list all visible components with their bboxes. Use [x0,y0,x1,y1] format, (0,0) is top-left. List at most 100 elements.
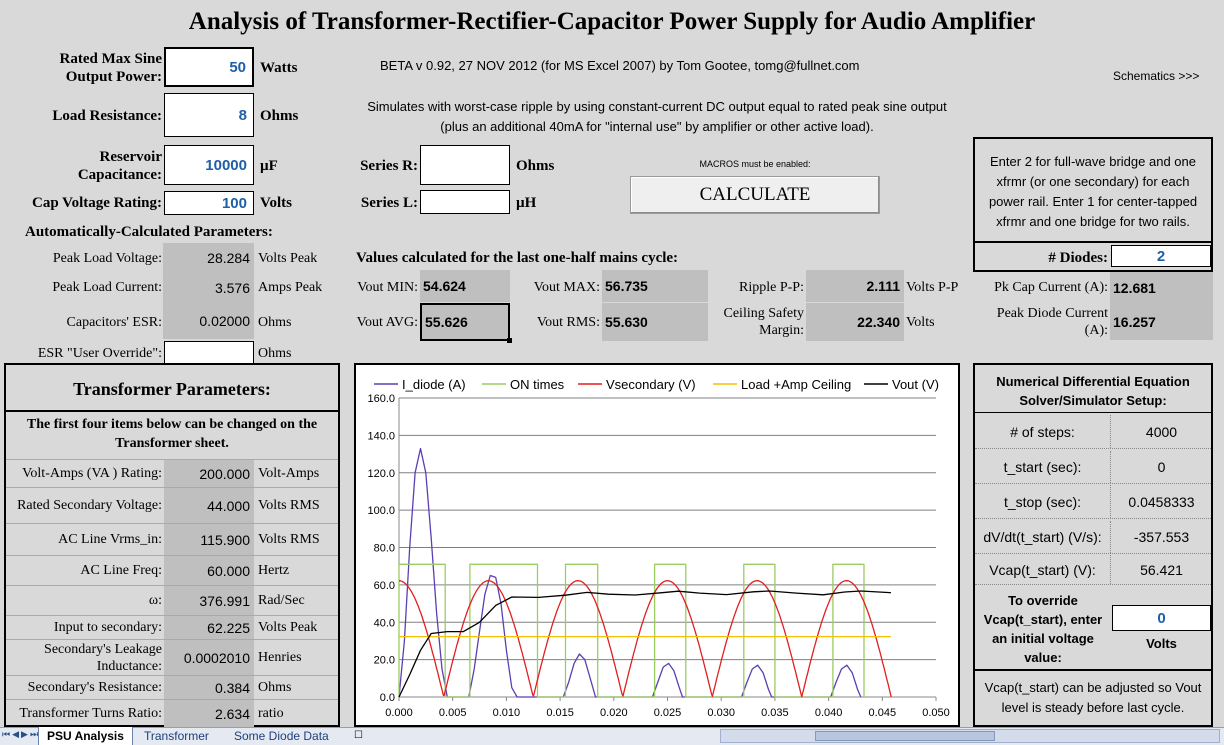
transformer-row: Secondary's Leakage Inductance: 0.0002010… [6,639,338,675]
rated-power-input[interactable]: 50 [164,47,254,87]
esr-override-unit: Ohms [258,346,292,361]
transformer-row-unit: Volts RMS [258,532,320,547]
transformer-subheading: The first four items below can be change… [26,417,318,451]
transformer-row-unit: Volt-Amps [258,466,320,481]
solver-row: t_stop (sec): 0.0458333 [975,485,1211,519]
description: Simulates with worst-case ripple by usin… [330,97,984,137]
chart-y-tick-label: 120.0 [367,468,395,480]
transformer-row: AC Line Vrms_in: 115.900 Volts RMS [6,523,338,555]
series-r-input[interactable] [420,145,510,185]
calculate-button[interactable]: CALCULATE [630,176,880,214]
override-unit: Volts [1146,636,1177,651]
transformer-row-label: Rated Secondary Voltage: [17,498,162,513]
chart-x-tick-label: 0.010 [493,707,521,719]
transformer-row: ω: 376.991 Rad/Sec [6,585,338,615]
reservoir-cap-input[interactable]: 10000 [164,145,254,185]
transformer-divider [6,410,338,412]
chart-series-line [398,580,892,698]
series-l-input[interactable] [420,190,510,214]
solver-row-value: 0.0458333 [1128,493,1195,510]
chart-x-tick-label: 0.005 [439,707,467,719]
transformer-row-unit: Ohms [258,680,292,695]
esr-override-label: ESR "User Override": [37,346,162,361]
load-resistance-label: Load Resistance: [52,108,162,124]
transformer-row-unit: Henries [258,650,302,665]
chart-y-tick-label: 140.0 [367,430,395,442]
solver-row-value: 4000 [1145,423,1178,440]
tab-nav-arrows[interactable]: ⏮◀▶⏭ [2,729,38,743]
transformer-row-value: 376.991 [164,586,254,615]
tab-transformer[interactable]: Transformer [136,727,217,745]
solver-row-label: dV/dt(t_start) (V/s): [975,521,1111,553]
pk-cap-value: 12.681 [1110,272,1213,304]
rated-power-unit: Watts [260,60,298,76]
ripple-label: Ripple P-P: [739,280,804,295]
chart-x-tick-label: 0.050 [922,707,950,719]
chart-series-line [398,590,891,698]
cap-voltage-input[interactable]: 100 [164,191,254,215]
page-title: Analysis of Transformer-Rectifier-Capaci… [188,8,1036,35]
chart-x-tick-label: 0.020 [600,707,628,719]
values-heading: Values calculated for the last one-half … [356,250,679,266]
tab-some-diode-data[interactable]: Some Diode Data [226,727,337,745]
transformer-row-label: Secondary's Resistance: [27,680,162,695]
diodes-input[interactable]: 2 [1111,245,1211,267]
solver-row-value: 56.421 [1140,561,1183,578]
peak-diode-label: Peak Diode Current (A): [996,306,1108,338]
override-label: To override Vcap(t_start), enter an init… [983,593,1103,665]
vout-max-label: Vout MAX: [533,280,600,295]
load-resistance-input[interactable]: 8 [164,93,254,137]
chart-y-tick-label: 40.0 [374,617,395,629]
ceiling-label: Ceiling Safety Margin: [723,306,805,338]
transformer-row-unit: Rad/Sec [258,593,305,608]
cap-voltage-label: Cap Voltage Rating: [31,195,162,211]
transformer-row: Input to secondary: 62.225 Volts Peak [6,615,338,639]
esr-override-input[interactable] [164,341,254,365]
chart-legend-label: I_diode (A) [402,377,466,392]
transformer-row-value: 115.900 [164,524,254,555]
transformer-row: Transformer Turns Ratio: 2.634 ratio [6,699,338,727]
transformer-row-value: 62.225 [164,616,254,639]
series-r-unit: Ohms [516,158,555,174]
horizontal-scrollbar[interactable] [720,729,1220,743]
series-r-label: Series R: [360,158,418,174]
version-line: BETA v 0.92, 27 NOV 2012 (for MS Excel 2… [380,58,860,73]
chart-x-tick-label: 0.000 [385,707,413,719]
cap-voltage-unit: Volts [260,195,292,211]
transformer-row-label: AC Line Vrms_in: [58,532,162,547]
override-input[interactable]: 0 [1112,605,1211,631]
chart-y-tick-label: 60.0 [374,580,395,592]
cell-fill-handle[interactable] [507,338,512,343]
tab-psu-analysis[interactable]: PSU Analysis [38,727,133,745]
vout-rms-value: 55.630 [602,303,708,341]
peak-load-current-value: 3.576 [163,273,254,303]
chart-x-tick-label: 0.025 [654,707,682,719]
ripple-unit: Volts P-P [906,280,959,295]
chart-series-line [398,563,865,698]
diodes-note: Enter 2 for full-wave bridge and one xfr… [988,154,1198,229]
vout-min-value: 54.624 [420,270,510,302]
chart-y-tick-label: 80.0 [374,543,395,555]
chart-y-tick-label: 160.0 [367,393,395,405]
chart-x-tick-label: 0.015 [546,707,574,719]
chart-legend-label: ON times [510,377,565,392]
transformer-row-unit: Volts Peak [258,620,318,635]
vout-min-label: Vout MIN: [357,280,418,295]
transformer-heading: Transformer Parameters: [73,379,271,399]
solver-footer-divider [975,669,1211,671]
transformer-row-unit: Hertz [258,563,290,578]
chart-y-tick-label: 100.0 [367,505,395,517]
load-resistance-unit: Ohms [260,108,299,124]
transformer-row-unit: ratio [258,706,284,721]
insert-sheet-icon[interactable]: ☐ [354,730,368,742]
solver-row-label: t_stop (sec): [975,485,1111,518]
solver-panel: Numerical Differential Equation Solver/S… [973,363,1213,727]
transformer-row-unit: Volts RMS [258,498,320,513]
esr-value: 0.02000 [163,303,254,339]
transformer-row-value: 0.384 [164,676,254,699]
vout-avg-label: Vout AVG: [356,315,418,330]
vout-avg-value[interactable]: 55.626 [420,303,510,341]
schematics-link[interactable]: Schematics >>> [1113,69,1199,83]
horizontal-scrollbar-thumb[interactable] [815,731,995,741]
chart-legend-label: Vsecondary (V) [606,377,696,392]
